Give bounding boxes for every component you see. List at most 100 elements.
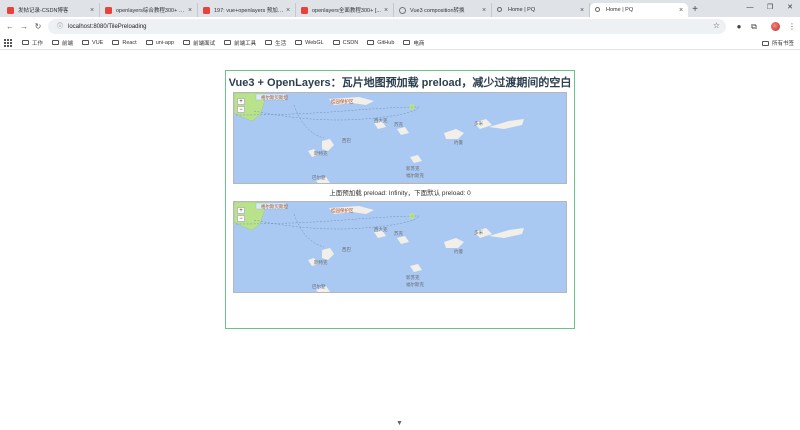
map-label: 苏克 bbox=[394, 121, 403, 128]
bookmark-label: CSDN bbox=[342, 39, 359, 46]
extensions-puzzle-icon[interactable]: ⧉ bbox=[748, 20, 760, 33]
folder-icon bbox=[332, 40, 340, 45]
close-icon[interactable]: × bbox=[578, 7, 586, 14]
bookmark-label: VUE bbox=[92, 39, 104, 46]
site-info-icon[interactable]: ⓘ bbox=[56, 23, 64, 31]
map-label: 格尔斯贝斯坦 bbox=[261, 94, 288, 101]
close-icon[interactable]: × bbox=[480, 7, 488, 14]
folder-icon bbox=[112, 40, 120, 45]
browser-tab[interactable]: 发帖记录-CSDN博客 × bbox=[2, 3, 100, 17]
map-label: 多米 bbox=[474, 229, 483, 236]
browser-tab[interactable]: Vue3 composition转换 × bbox=[394, 3, 492, 17]
map-caption: 上面预加载 preload: Infinity，下面默认 preload: 0 bbox=[329, 190, 471, 197]
close-icon[interactable]: × bbox=[186, 7, 194, 14]
tab-title: openlayers全面教程300+ [... bbox=[312, 8, 381, 14]
bookmark-folder[interactable]: React bbox=[112, 39, 137, 46]
map-label: 新苏克 bbox=[406, 165, 420, 172]
bookmark-folder[interactable]: uni-app bbox=[145, 40, 174, 46]
bookmark-folder[interactable]: 前端 bbox=[52, 39, 73, 47]
map-label: 福尔斯克 bbox=[406, 172, 424, 179]
zoom-in-button[interactable]: + bbox=[237, 98, 245, 105]
bookmark-folder[interactable]: VUE bbox=[82, 40, 103, 46]
map-label: 桂园保护区 bbox=[331, 98, 354, 105]
close-icon[interactable]: × bbox=[284, 7, 292, 14]
map-label: 格尔斯贝斯坦 bbox=[261, 203, 288, 210]
bookmark-label: 工作 bbox=[32, 40, 44, 47]
demo-container: Vue3 + OpenLayers：瓦片地图预加载 preload，减少过渡期间… bbox=[225, 70, 575, 329]
tab-title: openlayers综合教程300+ 还... bbox=[116, 8, 186, 14]
map-label: 苏克 bbox=[394, 230, 403, 237]
bookmark-folder[interactable]: CSDN bbox=[332, 39, 359, 46]
bookmark-label: 所有书签 bbox=[771, 41, 794, 47]
address-bar[interactable]: ⓘ localhost:8080/TilePreloading ☆ bbox=[48, 19, 726, 34]
bookmark-folder[interactable]: 工作 bbox=[22, 39, 43, 47]
bookmark-folder[interactable]: 前端面试 bbox=[183, 39, 215, 47]
all-bookmarks-button[interactable]: 所有书签 bbox=[761, 39, 794, 47]
bookmark-star-icon[interactable]: ☆ bbox=[713, 21, 720, 30]
forward-arrow-icon[interactable]: → bbox=[17, 22, 31, 31]
zoom-out-button[interactable]: − bbox=[237, 215, 245, 222]
zoom-out-button[interactable]: − bbox=[237, 106, 245, 113]
map-label: 斯特克 bbox=[314, 259, 328, 266]
csdn-favicon-icon bbox=[203, 7, 210, 14]
tab-strip: 发帖记录-CSDN博客 × openlayers综合教程300+ 还... × … bbox=[0, 0, 800, 17]
profile-avatar[interactable] bbox=[771, 22, 780, 31]
bookmark-folder[interactable]: 前端工具 bbox=[224, 39, 256, 47]
csdn-favicon-icon bbox=[105, 7, 112, 14]
browser-tab[interactable]: openlayers综合教程300+ 还... × bbox=[100, 3, 198, 17]
close-window-icon[interactable]: ✕ bbox=[782, 1, 798, 15]
bookmarks-bar: 工作 前端 VUE React uni-app 前端面试 前端工具 生活 Web… bbox=[0, 36, 800, 50]
folder-icon bbox=[224, 40, 232, 45]
menu-kebab-icon[interactable]: ⋮ bbox=[786, 20, 798, 33]
folder-icon bbox=[403, 40, 411, 45]
map-label: 福尔斯克 bbox=[406, 281, 424, 288]
browser-tab[interactable]: 197: vue+openlayers 预加载... × bbox=[198, 3, 296, 17]
bookmark-folder[interactable]: 电商 bbox=[403, 39, 424, 47]
map-label: 约曼 bbox=[454, 248, 463, 255]
bookmark-label: 生活 bbox=[275, 40, 287, 47]
map-preload-infinity[interactable]: 格尔斯贝斯坦 桂园保护区 西巴 西大克 苏克 约曼 多米 新苏克 福尔斯克 斯特… bbox=[233, 92, 567, 184]
reload-icon[interactable]: ↻ bbox=[31, 22, 45, 31]
browser-tab[interactable]: Home | PQ × bbox=[492, 3, 590, 17]
minimize-icon[interactable]: — bbox=[742, 1, 758, 15]
bookmark-folder[interactable]: GitHub bbox=[367, 40, 394, 46]
tab-title: Home | PQ bbox=[606, 7, 634, 13]
map-label: 西大克 bbox=[374, 226, 388, 233]
bookmark-label: GitHub bbox=[377, 39, 395, 46]
zoom-in-button[interactable]: + bbox=[237, 207, 245, 214]
bookmark-label: React bbox=[122, 39, 137, 46]
map-label: 多米 bbox=[474, 120, 483, 127]
folder-icon bbox=[52, 40, 60, 45]
csdn-favicon-icon bbox=[7, 7, 14, 14]
map-label: 约曼 bbox=[454, 139, 463, 146]
map-label: 西大克 bbox=[374, 117, 388, 124]
bookmark-label: 电商 bbox=[413, 40, 425, 47]
map-label: 巴尔登 bbox=[312, 283, 326, 289]
tab-title: 197: vue+openlayers 预加载... bbox=[214, 8, 284, 14]
close-icon[interactable]: × bbox=[677, 7, 685, 14]
back-arrow-icon[interactable]: ← bbox=[3, 22, 17, 31]
apps-grid-icon[interactable] bbox=[4, 38, 12, 47]
close-icon[interactable]: × bbox=[382, 7, 390, 14]
bookmark-label: 前端 bbox=[62, 40, 74, 47]
folder-icon bbox=[145, 40, 153, 45]
page-viewport: Vue3 + OpenLayers：瓦片地图预加载 preload，减少过渡期间… bbox=[0, 51, 800, 430]
browser-toolbar: ← → ↻ ⓘ localhost:8080/TilePreloading ☆ … bbox=[0, 17, 800, 36]
restore-icon[interactable]: ❐ bbox=[762, 1, 778, 15]
folder-icon bbox=[183, 40, 191, 45]
browser-tab-active[interactable]: Home | PQ × bbox=[590, 3, 688, 17]
new-tab-button[interactable]: + bbox=[688, 3, 702, 17]
scroll-down-arrow-icon[interactable]: ▼ bbox=[396, 420, 403, 427]
folder-icon bbox=[265, 40, 273, 45]
bookmark-folder[interactable]: 生活 bbox=[265, 39, 286, 47]
bookmark-label: WebGL bbox=[305, 39, 324, 46]
browser-tab[interactable]: openlayers全面教程300+ [... × bbox=[296, 3, 394, 17]
extension-icon[interactable]: ● bbox=[733, 20, 745, 33]
map-preload-default[interactable]: 格尔斯贝斯坦 桂园保护区 西巴 西大克 苏克 约曼 多米 新苏克 福尔斯克 斯特… bbox=[233, 201, 567, 293]
bookmark-folder[interactable]: WebGL bbox=[295, 40, 324, 46]
folder-icon bbox=[367, 40, 375, 45]
csdn-favicon-icon bbox=[301, 7, 308, 14]
folder-icon bbox=[82, 40, 90, 45]
search-icon bbox=[497, 7, 502, 12]
close-icon[interactable]: × bbox=[88, 7, 96, 14]
